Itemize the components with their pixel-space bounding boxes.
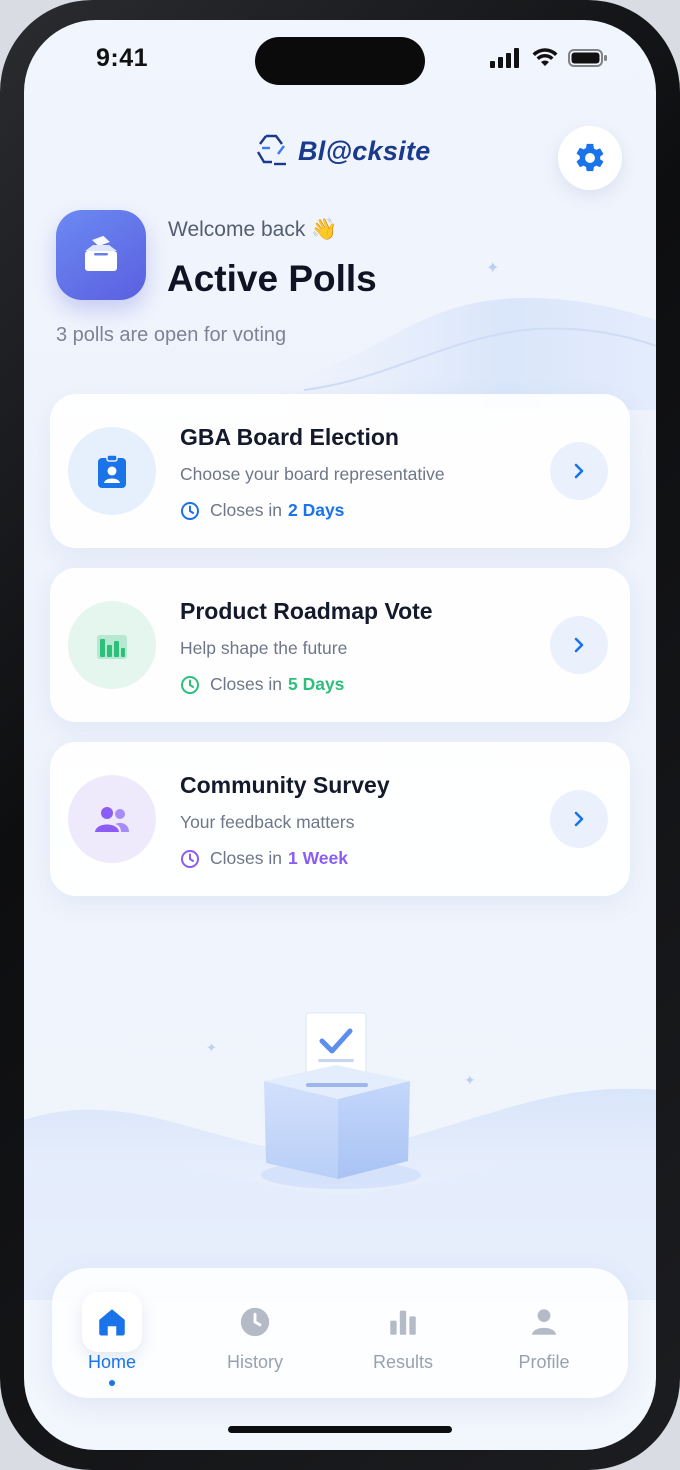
- user-icon: [531, 1309, 557, 1335]
- tab-history[interactable]: History: [195, 1268, 315, 1398]
- tab-icon-wrap: [82, 1292, 142, 1352]
- signal-icon: [490, 48, 519, 68]
- bar-chart-icon: [97, 635, 127, 659]
- tab-icon-wrap: [225, 1292, 285, 1352]
- app-screen: 9:41 Bl@cksite Welcome back 👋 Active Pol…: [24, 20, 656, 1450]
- closes-value: 5 Days: [287, 674, 345, 694]
- tab-label: Home: [87, 1352, 136, 1372]
- tab-label: History: [226, 1352, 283, 1372]
- chevron-right-icon: [574, 811, 584, 827]
- poll-icon-badge: [68, 601, 156, 689]
- status-icons: [490, 48, 608, 68]
- closes-prefix: Closes in: [210, 848, 282, 868]
- app-logo: Bl@cksite: [256, 134, 431, 168]
- sparkle-icon: ✦: [464, 1072, 476, 1088]
- poll-title: Product Roadmap Vote: [180, 598, 433, 624]
- clock-icon: [240, 1307, 270, 1337]
- tab-results[interactable]: Results: [343, 1268, 463, 1398]
- active-tab-indicator: [109, 1380, 115, 1386]
- sparkle-icon: ✦: [206, 1040, 217, 1055]
- welcome-text: Welcome back 👋: [168, 218, 338, 241]
- dynamic-island: [255, 37, 425, 85]
- open-poll-button[interactable]: [550, 616, 608, 674]
- poll-closing-time: Closes in 1 Week: [180, 848, 348, 869]
- poll-card-product-roadmap-vote[interactable]: Product Roadmap Vote Help shape the futu…: [50, 568, 630, 722]
- poll-title: GBA Board Election: [180, 424, 399, 450]
- poll-description: Choose your board representative: [180, 464, 445, 484]
- poll-description: Help shape the future: [180, 638, 348, 658]
- closes-prefix: Closes in: [210, 500, 282, 520]
- poll-card-community-survey[interactable]: Community Survey Your feedback matters C…: [50, 742, 630, 896]
- tab-label: Profile: [518, 1352, 570, 1372]
- home-indicator[interactable]: [228, 1426, 452, 1433]
- poll-description: Your feedback matters: [180, 812, 355, 832]
- gear-icon: [576, 143, 604, 172]
- page-subtitle: 3 polls are open for voting: [56, 324, 287, 346]
- tab-icon-wrap: [514, 1292, 574, 1352]
- poll-closing-time: Closes in 2 Days: [180, 500, 344, 521]
- page-title: Active Polls: [167, 258, 377, 299]
- closes-value: 2 Days: [287, 500, 345, 520]
- phone-frame: 9:41 Bl@cksite Welcome back 👋 Active Pol…: [0, 0, 680, 1470]
- ballot-box-badge: [56, 210, 146, 300]
- poll-icon-badge: [68, 427, 156, 515]
- id-badge-icon: [98, 454, 126, 488]
- bar-chart-icon: [390, 1310, 416, 1335]
- users-icon: [95, 807, 129, 832]
- logo-mark-icon: [256, 134, 286, 166]
- ballot-box-illustration: [261, 1012, 421, 1189]
- poll-icon-badge: [68, 775, 156, 863]
- chevron-right-icon: [574, 463, 584, 479]
- clock-icon: [181, 501, 199, 520]
- clock-icon: [181, 849, 199, 868]
- tab-icon-wrap: [373, 1292, 433, 1352]
- poll-card-gba-board-election[interactable]: GBA Board Election Choose your board rep…: [50, 394, 630, 548]
- sparkle-icon: ✦: [486, 260, 500, 277]
- battery-icon: [568, 49, 607, 67]
- ballot-box-icon: [85, 235, 117, 271]
- settings-button[interactable]: [558, 126, 622, 190]
- home-icon: [99, 1309, 125, 1336]
- open-poll-button[interactable]: [550, 442, 608, 500]
- status-time: 9:41: [96, 44, 149, 72]
- bottom-tab-bar: Home History Results Profile: [52, 1268, 628, 1398]
- poll-title: Community Survey: [180, 772, 390, 798]
- wifi-icon: [532, 48, 558, 66]
- closes-prefix: Closes in: [210, 674, 282, 694]
- poll-closing-time: Closes in 5 Days: [180, 674, 344, 695]
- closes-value: 1 Week: [287, 848, 348, 868]
- chevron-right-icon: [574, 637, 584, 653]
- tab-profile[interactable]: Profile: [484, 1268, 604, 1398]
- tab-home[interactable]: Home: [52, 1268, 172, 1398]
- open-poll-button[interactable]: [550, 790, 608, 848]
- logo-text: Bl@cksite: [298, 135, 431, 166]
- clock-icon: [181, 675, 199, 694]
- tab-label: Results: [372, 1352, 434, 1372]
